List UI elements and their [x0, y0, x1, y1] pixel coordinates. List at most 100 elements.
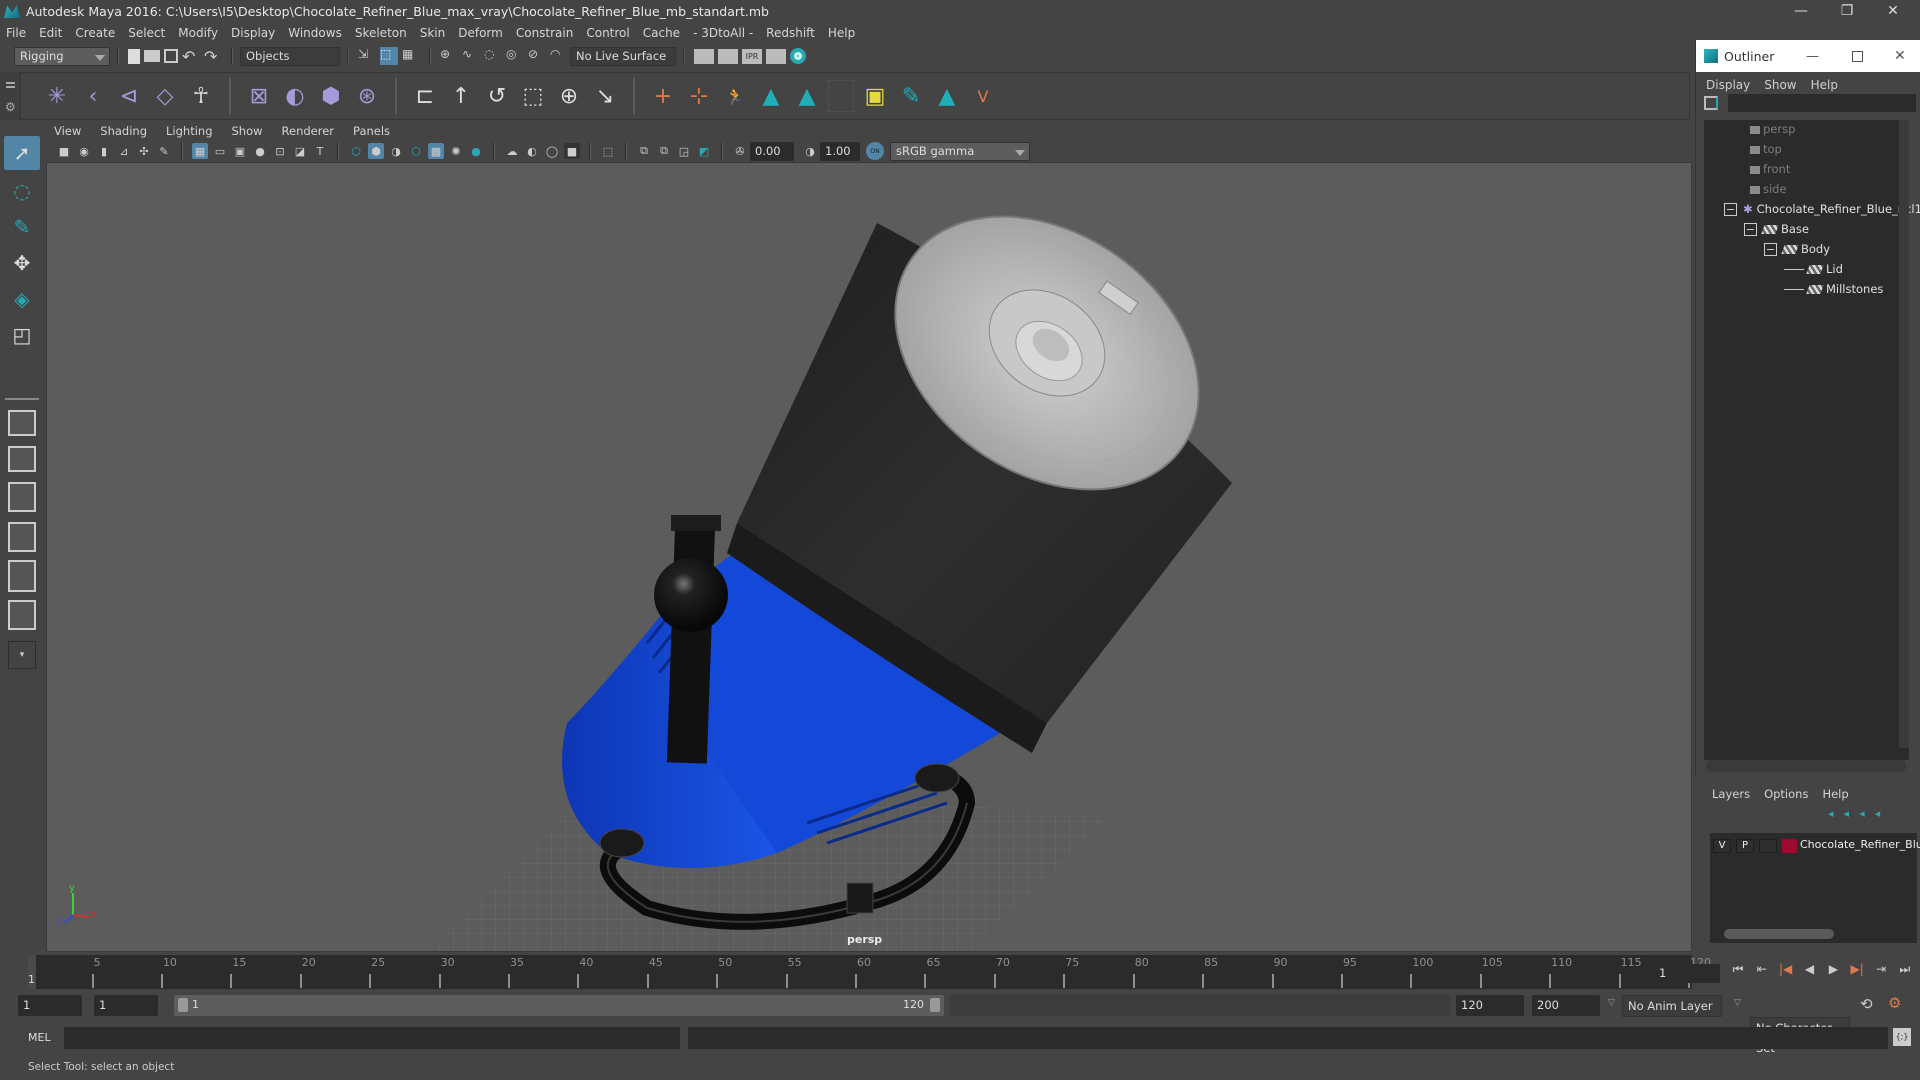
viewport-menu-lighting[interactable]: Lighting: [166, 124, 212, 138]
wireframe-icon[interactable]: ⬡: [348, 143, 364, 159]
play-forwards-button[interactable]: ▶: [1823, 962, 1843, 976]
menu-deform[interactable]: Deform: [458, 26, 503, 40]
ipr-render-icon[interactable]: IPR: [742, 48, 762, 64]
outliner-item[interactable]: side: [1750, 180, 1787, 198]
layer-menu-help[interactable]: Help: [1822, 787, 1848, 801]
screen-space-ao-icon[interactable]: ☁: [504, 143, 520, 159]
layer-playback-toggle[interactable]: P: [1736, 839, 1754, 853]
animation-end-field[interactable]: 200: [1532, 995, 1600, 1016]
motion-blur-icon[interactable]: ◐: [524, 143, 540, 159]
3dtoall-icon-2[interactable]: ▲: [792, 80, 822, 112]
auto-key-icon[interactable]: ⟲: [1860, 995, 1873, 1013]
live-surface-field[interactable]: No Live Surface: [570, 46, 676, 66]
pole-vector-icon[interactable]: ↘: [590, 80, 620, 112]
backface-icon[interactable]: ◩: [696, 143, 712, 159]
viewport-menu-panels[interactable]: Panels: [353, 124, 390, 138]
persp-graph-layout-icon[interactable]: [8, 522, 36, 552]
3dtoall-icon-1[interactable]: ▲: [756, 80, 786, 112]
range-end-handle[interactable]: [930, 998, 940, 1012]
scale-tool-icon[interactable]: ◰: [4, 318, 40, 352]
new-scene-icon[interactable]: [128, 48, 140, 64]
shelf-settings-icon[interactable]: ⚙: [5, 100, 16, 114]
layer-icon[interactable]: ▣: [860, 80, 890, 112]
layer-menu-options[interactable]: Options: [1764, 787, 1808, 801]
safe-title-icon[interactable]: T: [312, 143, 328, 159]
outliner-item[interactable]: persp: [1750, 120, 1795, 138]
exposure-field[interactable]: 0.00: [750, 141, 794, 161]
outliner-filter-icon[interactable]: [1704, 96, 1718, 110]
outliner-search-input[interactable]: [1728, 94, 1916, 112]
menu-constrain[interactable]: Constrain: [516, 26, 574, 40]
go-to-start-button[interactable]: ⏮: [1728, 962, 1748, 977]
xray-joints-icon[interactable]: ◲: [676, 143, 692, 159]
outliner-maximize-button[interactable]: [1852, 50, 1863, 62]
paint-weights-icon[interactable]: ⊠: [244, 80, 274, 112]
menu-help[interactable]: Help: [828, 26, 855, 40]
bookmark-icon[interactable]: ▮: [96, 143, 112, 159]
outliner-menu-display[interactable]: Display: [1706, 78, 1750, 92]
snap-view-plane-icon[interactable]: ⊘: [528, 47, 546, 65]
parent-constraint-icon[interactable]: ⊏: [410, 80, 440, 112]
color-space-dropdown[interactable]: sRGB gamma: [890, 141, 1030, 161]
persp-outliner-layout-icon[interactable]: [8, 482, 36, 512]
snap-projected-icon[interactable]: ◎: [506, 47, 524, 65]
redo-icon[interactable]: ↷: [204, 47, 222, 66]
persp-graph-outliner-layout-icon[interactable]: [8, 600, 36, 630]
current-frame-marker[interactable]: 1: [28, 955, 36, 989]
layer-menu-layers[interactable]: Layers: [1712, 787, 1750, 801]
anim-layer-dropdown[interactable]: No Anim Layer: [1622, 995, 1722, 1017]
grease-pencil-icon[interactable]: ✎: [156, 143, 172, 159]
gamma-icon[interactable]: ◑: [802, 143, 818, 159]
move-tool-icon[interactable]: ✥: [4, 246, 40, 280]
play-backwards-button[interactable]: ◀: [1799, 962, 1819, 976]
menu-file[interactable]: File: [6, 26, 26, 40]
menu-modify[interactable]: Modify: [178, 26, 218, 40]
safe-action-icon[interactable]: ◪: [292, 143, 308, 159]
field-chart-icon[interactable]: ⊡: [272, 143, 288, 159]
exposure-icon[interactable]: ✇: [732, 143, 748, 159]
hypershade-layout-icon[interactable]: [8, 560, 36, 592]
animation-prefs-icon[interactable]: ⚙: [1888, 994, 1901, 1012]
camera-select-icon[interactable]: ■: [56, 143, 72, 159]
range-slider[interactable]: 1 120: [174, 995, 944, 1016]
shelf-menu-icon[interactable]: [6, 82, 15, 88]
animation-start-field[interactable]: 1: [18, 995, 82, 1016]
locator-icon[interactable]: +: [648, 80, 678, 112]
outliner-minimize-button[interactable]: —: [1806, 49, 1819, 64]
undo-icon[interactable]: ↶: [182, 47, 200, 66]
close-button[interactable]: ✕: [1870, 0, 1916, 22]
four-view-layout-icon[interactable]: [8, 446, 36, 472]
snap-point-icon[interactable]: ◌: [484, 47, 502, 65]
select-by-hierarchy-icon[interactable]: ⇲: [358, 47, 376, 65]
color-management-toggle[interactable]: ON: [866, 142, 884, 160]
new-layer-icon[interactable]: ◂: [1859, 807, 1875, 820]
smooth-shade-icon[interactable]: ⬢: [368, 143, 384, 159]
render-view-icon[interactable]: [694, 48, 714, 64]
joint-tool-icon[interactable]: ✳: [42, 80, 72, 112]
ik-spline-icon[interactable]: ⊲: [114, 80, 144, 112]
select-by-component-icon[interactable]: ▦: [402, 47, 420, 65]
layer-scrollbar[interactable]: [1724, 929, 1834, 939]
viewport-menu-renderer[interactable]: Renderer: [282, 124, 335, 138]
orient-constraint-icon[interactable]: ↺: [482, 80, 512, 112]
character-icon[interactable]: 🏃: [720, 80, 750, 112]
image-plane-icon[interactable]: ⊿: [116, 143, 132, 159]
mel-command-input[interactable]: [64, 1027, 680, 1049]
step-forward-key-button[interactable]: ⇥: [1871, 962, 1891, 976]
command-language-label[interactable]: MEL: [28, 1031, 51, 1044]
menu-create[interactable]: Create: [75, 26, 115, 40]
lattice-icon[interactable]: ⬢: [316, 80, 346, 112]
collapse-icon[interactable]: [1744, 223, 1757, 236]
new-layer-selected-icon[interactable]: ◂: [1875, 807, 1891, 820]
outliner-menu-help[interactable]: Help: [1811, 78, 1838, 92]
xray-active-icon[interactable]: ⧉: [656, 143, 672, 159]
make-live-icon[interactable]: ◠: [550, 47, 568, 65]
locator-constraint-icon[interactable]: ⊹: [684, 80, 714, 112]
menu-cache[interactable]: Cache: [643, 26, 680, 40]
collapse-icon[interactable]: [1764, 243, 1777, 256]
layer-visibility-toggle[interactable]: V: [1713, 839, 1731, 853]
open-scene-icon[interactable]: [144, 50, 160, 62]
single-perspective-layout-icon[interactable]: [8, 410, 36, 436]
step-back-frame-button[interactable]: |◀: [1776, 962, 1796, 976]
perspective-viewport[interactable]: y x z persp: [46, 162, 1692, 952]
